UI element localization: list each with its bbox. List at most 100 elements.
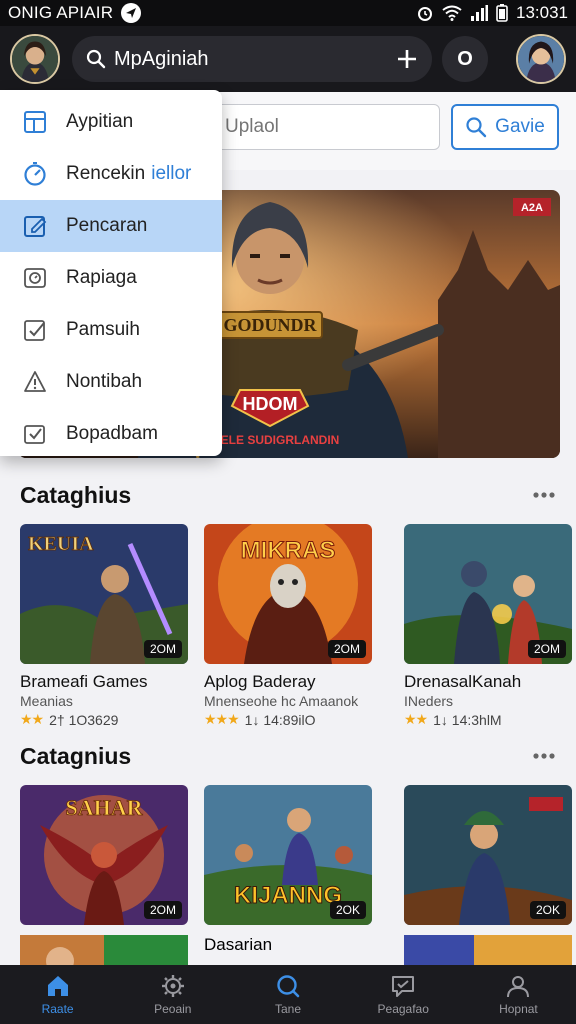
- avatar[interactable]: [10, 34, 60, 84]
- partial-card-text: Dasarian: [204, 935, 372, 965]
- speedometer-icon: [24, 162, 46, 186]
- chat-icon: [392, 976, 415, 997]
- partial-card[interactable]: [404, 935, 572, 965]
- game-button-label: Gavie: [495, 116, 545, 137]
- game-thumbnail: 2OK: [404, 785, 572, 925]
- card-badge: 2OM: [143, 640, 182, 658]
- partial-card[interactable]: [20, 935, 188, 965]
- search-icon: [466, 117, 487, 138]
- menu-item-pencaran[interactable]: Pencaran: [0, 200, 222, 252]
- profile-icon: [507, 976, 530, 998]
- game-card[interactable]: 2OK: [404, 785, 572, 925]
- card-badge: 2OM: [327, 640, 366, 658]
- game-search-button[interactable]: Gavie: [451, 104, 559, 150]
- menu-item-pamsuih[interactable]: Pamsuih: [0, 304, 222, 356]
- top-app-bar: O: [0, 26, 576, 92]
- user-avatar[interactable]: [516, 34, 566, 84]
- card-rating: ★★★ 1↓ 14:89ilO: [204, 711, 372, 728]
- nav-item-search[interactable]: Tane: [230, 965, 345, 1024]
- section-title: Catagnius: [20, 743, 132, 769]
- menu-item-label: Aypitian: [66, 111, 134, 132]
- nav-item-settings[interactable]: Peoain: [115, 965, 230, 1024]
- wifi-icon: [442, 5, 462, 21]
- menu-item-label: Pamsuih: [66, 319, 140, 340]
- nav-label: Peagafao: [377, 1002, 429, 1016]
- menu-item-label: Rencekin: [66, 163, 146, 184]
- hero-title: GODUNDR: [224, 315, 318, 335]
- card-title: Aplog Baderay: [204, 672, 316, 691]
- status-time: 13:031: [516, 3, 568, 22]
- game-thumbnail: SAHAR 2OM: [20, 785, 188, 925]
- game-card[interactable]: SAHAR 2OM: [20, 785, 188, 925]
- card-rating: ★★ 1↓ 14:3hlM: [404, 711, 572, 728]
- search-bar[interactable]: [72, 36, 432, 82]
- dropdown-menu: Aypitian Rencekin iellor Pencaran Rapiaga…: [0, 90, 222, 456]
- nav-item-home[interactable]: Raate: [0, 965, 115, 1024]
- signal-icon: [471, 5, 488, 21]
- card-badge: 2OK: [329, 901, 366, 919]
- check-square-icon: [24, 320, 45, 341]
- menu-item-bopadbam[interactable]: Bopadbam: [0, 408, 222, 456]
- nav-item-messages[interactable]: Peagafao: [346, 965, 461, 1024]
- rating-text: 2† 1O3629: [49, 711, 119, 728]
- check-box-icon: [24, 425, 45, 444]
- card-badge: 2OM: [143, 901, 182, 919]
- more-options-icon[interactable]: [532, 491, 556, 499]
- gear-icon: [161, 975, 184, 997]
- menu-item-nontibah[interactable]: Nontibah: [0, 356, 222, 408]
- menu-item-accent: iellor: [151, 163, 192, 184]
- hero-corner-tag: A2A: [521, 202, 543, 214]
- thumb-text: MIKRAS: [241, 537, 336, 564]
- game-card[interactable]: 2OM DrenasalKanah INeders ★★ 1↓ 14:3hlM: [404, 524, 572, 728]
- game-thumbnail: 2OM: [404, 524, 572, 664]
- thumb-text: KIJANNG: [234, 882, 342, 909]
- card-rating: ★★ 2† 1O3629: [20, 711, 188, 728]
- menu-item-aypitian[interactable]: Aypitian: [0, 96, 222, 148]
- card-badge: 2OM: [527, 640, 566, 658]
- menu-item-label: Nontibah: [66, 371, 143, 392]
- nav-item-profile[interactable]: Hopnat: [461, 965, 576, 1024]
- menu-item-rapiaga[interactable]: Rapiaga: [0, 252, 222, 304]
- card-title: Brameafi Games: [20, 672, 148, 691]
- game-card[interactable]: MIKRAS 2OM Aplog Baderay Mnenseohe hc Am…: [204, 524, 372, 728]
- star-rating: ★★★: [204, 711, 240, 727]
- home-icon: [47, 976, 68, 996]
- card-subtitle: INeders: [404, 693, 454, 709]
- nav-label: Hopnat: [499, 1002, 538, 1016]
- card-title: Dasarian: [204, 935, 273, 954]
- status-carrier: ONIG APIAIR: [8, 3, 114, 22]
- upload-input[interactable]: [210, 104, 440, 150]
- nav-label: Tane: [274, 1002, 302, 1016]
- star-rating: ★★: [404, 711, 428, 727]
- layout-icon: [24, 111, 46, 133]
- menu-item-label: Rapiaga: [66, 267, 137, 288]
- rating-text: 1↓ 14:89ilO: [244, 711, 316, 728]
- status-bar: ONIG APIAIR 13:031: [0, 0, 576, 26]
- game-thumbnail: KIJANNG 2OK: [204, 785, 372, 925]
- profile-toggle-button[interactable]: O: [442, 36, 488, 82]
- plus-icon[interactable]: [396, 48, 418, 70]
- hero-logo: HDOM: [243, 394, 298, 414]
- card-subtitle: Mnenseohe hc Amaanok: [204, 693, 359, 709]
- game-card[interactable]: KEUIA 2OM Brameafi Games Meanias ★★ 2† 1O…: [20, 524, 188, 728]
- menu-item-rencekin[interactable]: Rencekin iellor: [0, 148, 222, 200]
- battery-icon: [496, 4, 508, 22]
- thumb-text: KEUIA: [28, 533, 94, 555]
- game-thumbnail: MIKRAS 2OM: [204, 524, 372, 664]
- thumb-text: SAHAR: [65, 795, 143, 820]
- alert-icon: [24, 371, 46, 392]
- game-card[interactable]: KIJANNG 2OK: [204, 785, 372, 925]
- search-icon: [277, 975, 300, 998]
- more-options-icon[interactable]: [532, 752, 556, 760]
- nav-label: Raate: [41, 1002, 74, 1016]
- alarm-icon: [418, 7, 432, 21]
- clock-icon: [24, 268, 46, 288]
- round-button-label: O: [457, 47, 473, 70]
- card-title: DrenasalKanah: [404, 672, 522, 691]
- rating-text: 1↓ 14:3hlM: [433, 711, 502, 728]
- bottom-navigation: Raate Peoain Tane Peagafao Hopnat: [0, 965, 576, 1024]
- menu-item-label: Pencaran: [66, 215, 148, 236]
- search-input[interactable]: [114, 47, 396, 71]
- edit-icon: [24, 216, 47, 237]
- nav-label: Peoain: [154, 1002, 192, 1016]
